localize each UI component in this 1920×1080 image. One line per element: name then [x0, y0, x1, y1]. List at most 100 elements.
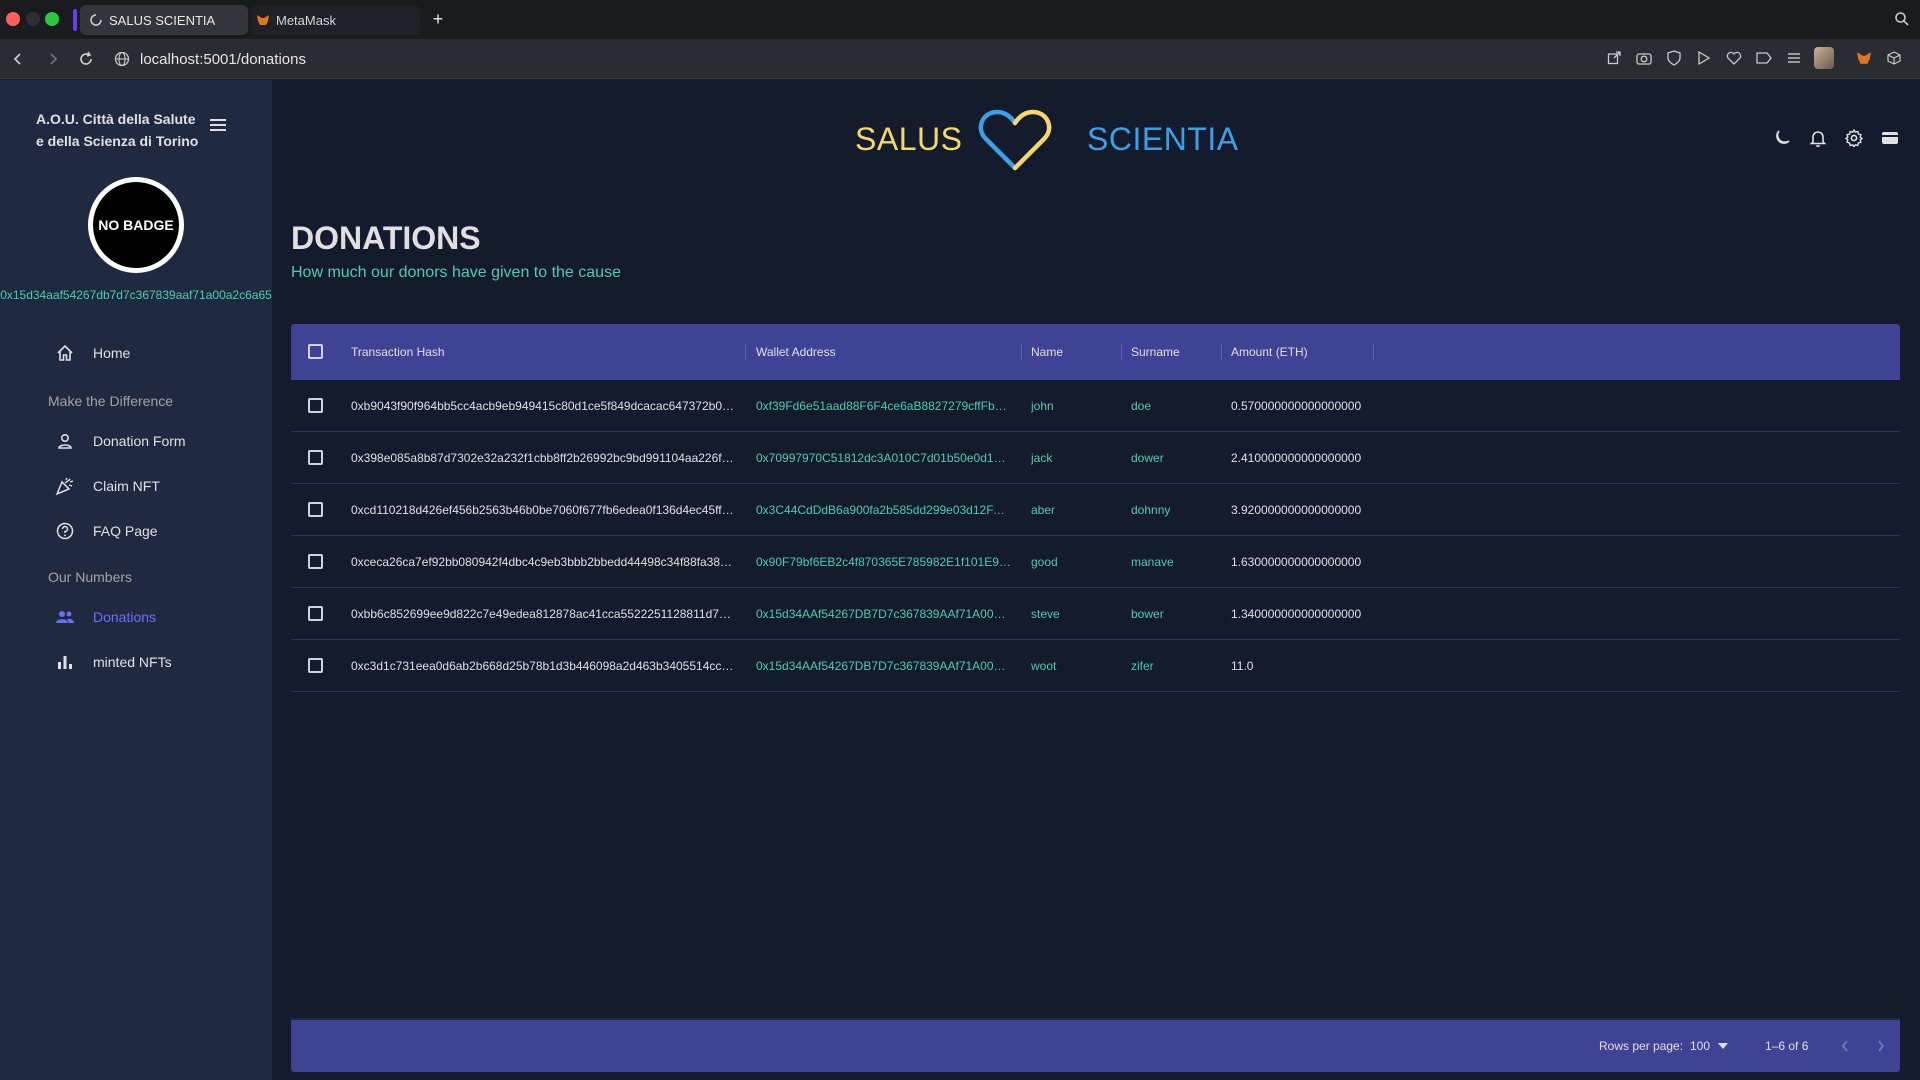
rows-per-page-value: 100 [1690, 1039, 1711, 1053]
name-cell: john [1031, 399, 1054, 413]
sidebar-item-donation-form[interactable]: Donation Form [55, 429, 186, 453]
tag-icon[interactable] [1754, 48, 1774, 68]
transaction-hash-cell: 0x398e085a8b87d7302e32a232f1cbb8ff2b2699… [351, 451, 736, 465]
notifications-bell-icon[interactable] [1808, 128, 1828, 148]
row-checkbox[interactable] [308, 450, 323, 465]
table-row[interactable]: 0xbb6c852699ee9d822c7e49edea812878ac41cc… [291, 588, 1900, 640]
sidebar-item-label: Donation Form [93, 433, 186, 449]
search-tabs-icon[interactable] [1894, 11, 1910, 27]
column-separator[interactable] [745, 344, 746, 360]
celebration-icon [55, 476, 75, 496]
user-wallet-address: 0x15d34aaf54267db7d7c367839aaf71a00a2c6a… [0, 288, 272, 302]
amount-cell: 2.410000000000000000 [1231, 451, 1362, 465]
people-icon [55, 607, 75, 627]
column-header-name[interactable]: Name [1031, 324, 1063, 380]
back-arrow-icon[interactable] [9, 50, 27, 68]
table-row[interactable]: 0xcd110218d426ef456b2563b46b0be7060f677f… [291, 484, 1900, 536]
sidebar-item-donations[interactable]: Donations [55, 605, 156, 629]
sidebar-item-claim-nft[interactable]: Claim NFT [55, 474, 160, 498]
settings-gear-icon[interactable] [1844, 128, 1864, 148]
rows-per-page-label: Rows per page: [1599, 1039, 1684, 1053]
minimize-window-button[interactable] [26, 12, 40, 26]
column-header-amount[interactable]: Amount (ETH) [1231, 324, 1308, 380]
sidebar-item-label: Claim NFT [93, 478, 160, 494]
select-all-checkbox[interactable] [308, 344, 323, 359]
table-header: Transaction Hash Wallet Address Name Sur… [291, 324, 1900, 380]
toolbar-actions [1604, 47, 1904, 69]
row-checkbox[interactable] [308, 398, 323, 413]
spinner-icon [89, 13, 103, 27]
tab-label: MetaMask [276, 12, 336, 28]
next-page-icon[interactable] [1873, 1020, 1889, 1072]
column-separator[interactable] [1373, 344, 1374, 360]
sidebar-item-label: Home [93, 345, 131, 361]
camera-icon[interactable] [1634, 48, 1654, 68]
extensions-cube-icon[interactable] [1884, 48, 1904, 68]
badge-label: NO BADGE [98, 217, 174, 233]
menu-lines-icon[interactable] [1784, 48, 1804, 68]
column-separator[interactable] [1121, 344, 1122, 360]
wallet-address-cell: 0x70997970C51812dc3A010C7d01b50e0d17dc79… [756, 451, 1011, 465]
column-header-wallet-address[interactable]: Wallet Address [756, 324, 836, 380]
rows-per-page-select[interactable]: 100 [1690, 1020, 1742, 1072]
amount-cell: 0.570000000000000000 [1231, 399, 1362, 413]
sidebar-item-minted-nfts[interactable]: minted NFTs [55, 650, 172, 674]
sidebar-item-label: Donations [93, 609, 157, 625]
browser-tab-bar: SALUS SCIENTIA MetaMask + [0, 0, 1920, 39]
sidebar-item-faq[interactable]: FAQ Page [55, 519, 158, 543]
column-separator[interactable] [1221, 344, 1222, 360]
close-window-button[interactable] [6, 12, 20, 26]
previous-page-icon[interactable] [1837, 1020, 1853, 1072]
tab-metamask[interactable]: MetaMask [252, 5, 420, 35]
wallet-address-cell: 0x15d34AAf54267DB7D7c367839AAf71A00a2C6A… [756, 659, 1011, 673]
maximize-window-button[interactable] [45, 12, 59, 26]
sidebar-item-label: minted NFTs [93, 654, 172, 670]
reload-icon[interactable] [77, 50, 95, 68]
app-window: SALUS SCIENTIA MetaMask + localhost:5001 [0, 0, 1920, 1080]
heart-icon[interactable] [1724, 48, 1744, 68]
table-row[interactable]: 0x398e085a8b87d7302e32a232f1cbb8ff2b2699… [291, 432, 1900, 484]
name-cell: woot [1031, 659, 1057, 673]
row-checkbox[interactable] [308, 658, 323, 673]
transaction-hash-cell: 0xbb6c852699ee9d822c7e49edea812878ac41cc… [351, 607, 736, 621]
sidebar: A.O.U. Città della Salute e della Scienz… [0, 80, 272, 1080]
table-row[interactable]: 0xb9043f90f964bb5cc4acb9eb949415c80d1ce5… [291, 380, 1900, 432]
tab-salus-scientia[interactable]: SALUS SCIENTIA [80, 5, 248, 35]
play-icon[interactable] [1694, 48, 1714, 68]
column-header-surname[interactable]: Surname [1131, 324, 1180, 380]
table-row[interactable]: 0xceca26ca7ef92bb080942f4dbc4c9eb3bbb2bb… [291, 536, 1900, 588]
sidebar-item-home[interactable]: Home [55, 341, 130, 365]
shield-icon[interactable] [1664, 48, 1684, 68]
help-circle-icon [55, 521, 75, 541]
organization-name: A.O.U. Città della Salute e della Scienz… [36, 108, 206, 152]
metamask-extension-icon[interactable] [1854, 48, 1874, 68]
page-subtitle: How much our donors have given to the ca… [291, 264, 621, 281]
hamburger-menu-icon[interactable] [209, 118, 227, 132]
table-body: 0xb9043f90f964bb5cc4acb9eb949415c80d1ce5… [291, 380, 1900, 1018]
site-info-icon[interactable] [114, 51, 130, 67]
share-icon[interactable] [1604, 48, 1624, 68]
surname-cell: dower [1131, 451, 1164, 465]
row-checkbox[interactable] [308, 502, 323, 517]
bar-chart-icon [55, 652, 75, 672]
table-row[interactable]: 0xc3d1c731eea0d6ab2b668d25b78b1d3b446098… [291, 640, 1900, 692]
brand-scientia: SCIENTIA [1087, 121, 1239, 157]
column-header-transaction-hash[interactable]: Transaction Hash [351, 324, 445, 380]
name-cell: steve [1031, 607, 1060, 621]
row-checkbox[interactable] [308, 606, 323, 621]
dark-mode-moon-icon[interactable] [1772, 128, 1792, 148]
forward-arrow-icon[interactable] [44, 50, 62, 68]
user-badge: NO BADGE [88, 177, 184, 273]
amount-cell: 1.630000000000000000 [1231, 555, 1362, 569]
name-cell: jack [1031, 451, 1053, 465]
column-separator[interactable] [1021, 344, 1022, 360]
transaction-hash-cell: 0xb9043f90f964bb5cc4acb9eb949415c80d1ce5… [351, 399, 736, 413]
section-our-numbers: Our Numbers [48, 569, 133, 585]
browser-toolbar: localhost:5001/donations [0, 39, 1920, 79]
address-bar[interactable]: localhost:5001/donations [114, 46, 1584, 72]
new-tab-button[interactable]: + [428, 9, 448, 29]
wallet-icon[interactable] [1880, 128, 1900, 148]
amount-cell: 11.0 [1231, 659, 1254, 673]
profile-avatar[interactable] [1814, 47, 1834, 69]
row-checkbox[interactable] [308, 554, 323, 569]
